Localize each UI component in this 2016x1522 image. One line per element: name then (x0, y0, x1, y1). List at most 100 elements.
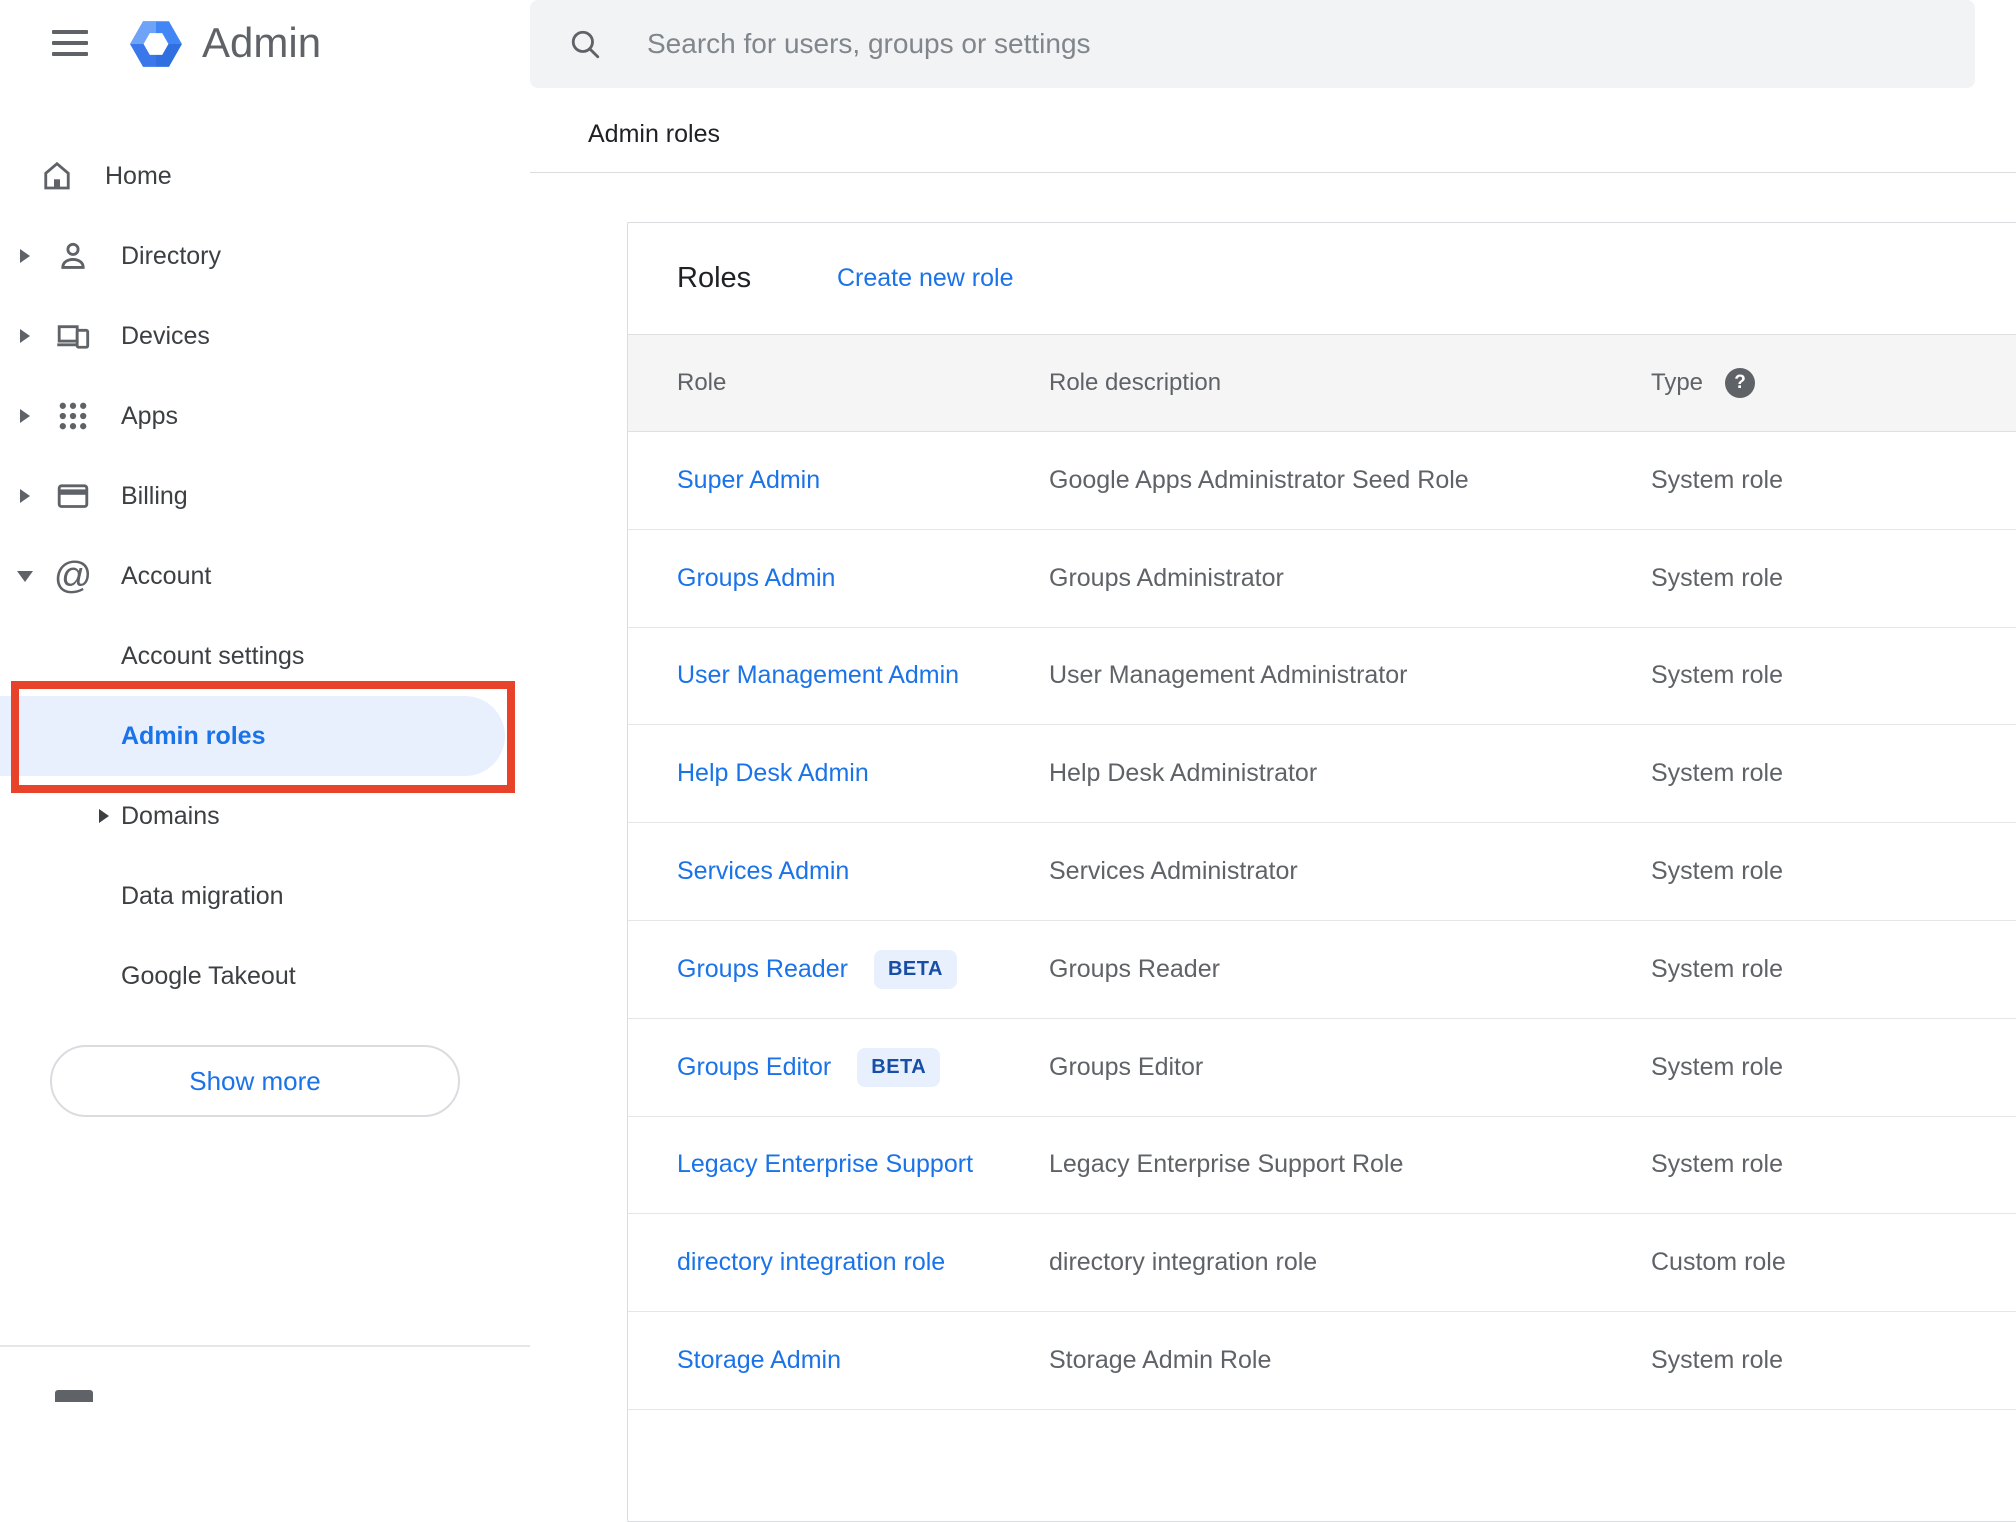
role-type: System role (1651, 1150, 1783, 1179)
nav-icon: @ (53, 555, 93, 597)
sidebar-item-devices[interactable]: Devices (0, 296, 530, 376)
sidebar-item-label: Data migration (121, 881, 284, 910)
nav-icon (55, 398, 91, 434)
role-link-help-desk-admin[interactable]: Help Desk Admin (677, 759, 869, 788)
role-description: Help Desk Administrator (1049, 759, 1318, 788)
expand-caret-icon[interactable] (96, 809, 112, 823)
sidebar-item-label: Account settings (121, 641, 305, 670)
role-type: System role (1651, 954, 1783, 983)
role-link-storage-admin[interactable]: Storage Admin (677, 1346, 841, 1375)
role-link-legacy-enterprise-support[interactable]: Legacy Enterprise Support (677, 1150, 973, 1179)
hamburger-menu-icon[interactable] (52, 30, 88, 56)
nav-icon (55, 238, 91, 274)
table-row: directory integration role directory int… (628, 1214, 2016, 1313)
nav-icon (55, 478, 91, 514)
search-icon (571, 30, 600, 59)
role-type: System role (1651, 857, 1783, 886)
role-type: Custom role (1651, 1248, 1786, 1277)
role-cell: Super Admin (677, 432, 820, 529)
role-link-super-admin[interactable]: Super Admin (677, 466, 820, 495)
nav-icon (55, 318, 91, 354)
sidebar-item-apps[interactable]: Apps (0, 376, 530, 456)
role-type: System role (1651, 661, 1783, 690)
role-cell: Services Admin (677, 823, 849, 920)
sidebar-item-label: Account (121, 561, 212, 590)
table-row: Groups Admin Groups Administrator System… (628, 530, 2016, 628)
role-type: System role (1651, 759, 1783, 788)
sidebar-item-label: Home (105, 161, 172, 190)
role-description: Groups Reader (1049, 954, 1220, 983)
role-description: Storage Admin Role (1049, 1346, 1272, 1375)
role-description: Groups Administrator (1049, 563, 1284, 592)
table-row: Services Admin Services Administrator Sy… (628, 823, 2016, 921)
expand-caret-icon[interactable] (17, 571, 33, 582)
sidebar-item-domains[interactable]: Domains (0, 776, 530, 856)
app-title: Admin (202, 19, 322, 66)
sidebar-item-label: Devices (121, 321, 210, 350)
roles-card: Roles Create new role Role Role descript… (627, 222, 2016, 1522)
role-description: User Management Administrator (1049, 661, 1408, 690)
table-row: Legacy Enterprise Support Legacy Enterpr… (628, 1117, 2016, 1215)
role-description: Groups Editor (1049, 1052, 1204, 1081)
column-header-type-label: Type (1651, 369, 1704, 396)
sidebar-divider (0, 1345, 530, 1347)
role-description: Google Apps Administrator Seed Role (1049, 465, 1469, 494)
header-divider (530, 172, 2016, 173)
table-row: Help Desk Admin Help Desk Administrator … (628, 725, 2016, 824)
show-more-button[interactable]: Show more (50, 1045, 460, 1117)
sidebar-item-account[interactable]: @ Account (0, 536, 530, 616)
role-type: System role (1651, 465, 1783, 494)
expand-caret-icon[interactable] (17, 489, 33, 503)
column-header-type: Type ? (1651, 335, 1756, 431)
table-body: Super Admin Google Apps Administrator Se… (628, 432, 2016, 1410)
expand-caret-icon[interactable] (17, 329, 33, 343)
role-type: System role (1651, 563, 1783, 592)
sidebar-item-home[interactable]: Home (0, 136, 530, 216)
sidebar-item-data-migration[interactable]: Data migration (0, 856, 530, 936)
sidebar: Admin Home Directory Devices Apps Billin… (0, 0, 530, 1402)
sidebar-item-label: Directory (121, 241, 222, 270)
role-cell: Groups Reader BETA (677, 921, 957, 1018)
table-header-row: Role Role description Type ? (628, 334, 2016, 432)
role-type: System role (1651, 1052, 1783, 1081)
beta-badge: BETA (857, 1047, 941, 1087)
role-link-groups-reader[interactable]: Groups Reader (677, 955, 848, 984)
role-link-directory-integration-role[interactable]: directory integration role (677, 1248, 945, 1277)
role-cell: Help Desk Admin (677, 725, 869, 822)
admin-hexagon-logo (130, 21, 182, 67)
sidebar-item-google-takeout[interactable]: Google Takeout (0, 936, 530, 1016)
role-description: directory integration role (1049, 1248, 1318, 1277)
sidebar-item-label: Apps (121, 401, 178, 430)
sidebar-item-account-settings[interactable]: Account settings (0, 616, 530, 696)
role-link-groups-admin[interactable]: Groups Admin (677, 564, 835, 593)
role-link-groups-editor[interactable]: Groups Editor (677, 1053, 831, 1082)
search-bar[interactable] (530, 0, 1975, 88)
sidebar-item-label: Billing (121, 481, 188, 510)
help-icon[interactable]: ? (1725, 368, 1756, 398)
role-link-services-admin[interactable]: Services Admin (677, 857, 849, 886)
expand-caret-icon[interactable] (17, 249, 33, 263)
cutoff-bottom-icon (55, 1390, 93, 1402)
column-header-description: Role description (1049, 369, 1222, 396)
table-row: Super Admin Google Apps Administrator Se… (628, 432, 2016, 530)
sidebar-item-billing[interactable]: Billing (0, 456, 530, 536)
table-row: Groups Editor BETA Groups Editor System … (628, 1019, 2016, 1117)
sidebar-item-admin-roles[interactable]: Admin roles (0, 696, 505, 776)
expand-caret-icon[interactable] (17, 409, 33, 423)
roles-card-header: Roles Create new role (628, 223, 2016, 334)
breadcrumb: Admin roles (588, 120, 720, 148)
card-title: Roles (677, 262, 752, 294)
sidebar-header: Admin (0, 0, 530, 96)
create-new-role-link[interactable]: Create new role (837, 264, 1013, 293)
beta-badge: BETA (873, 949, 957, 989)
role-cell: User Management Admin (677, 628, 959, 725)
column-header-role: Role (677, 369, 727, 396)
role-cell: Legacy Enterprise Support (677, 1117, 973, 1214)
role-description: Services Administrator (1049, 857, 1298, 886)
sidebar-item-directory[interactable]: Directory (0, 216, 530, 296)
table-row: Storage Admin Storage Admin Role System … (628, 1312, 2016, 1410)
role-link-user-management-admin[interactable]: User Management Admin (677, 661, 959, 690)
search-input[interactable] (645, 27, 1895, 61)
sidebar-item-label: Domains (121, 801, 220, 830)
sidebar-item-label: Admin roles (121, 721, 266, 750)
